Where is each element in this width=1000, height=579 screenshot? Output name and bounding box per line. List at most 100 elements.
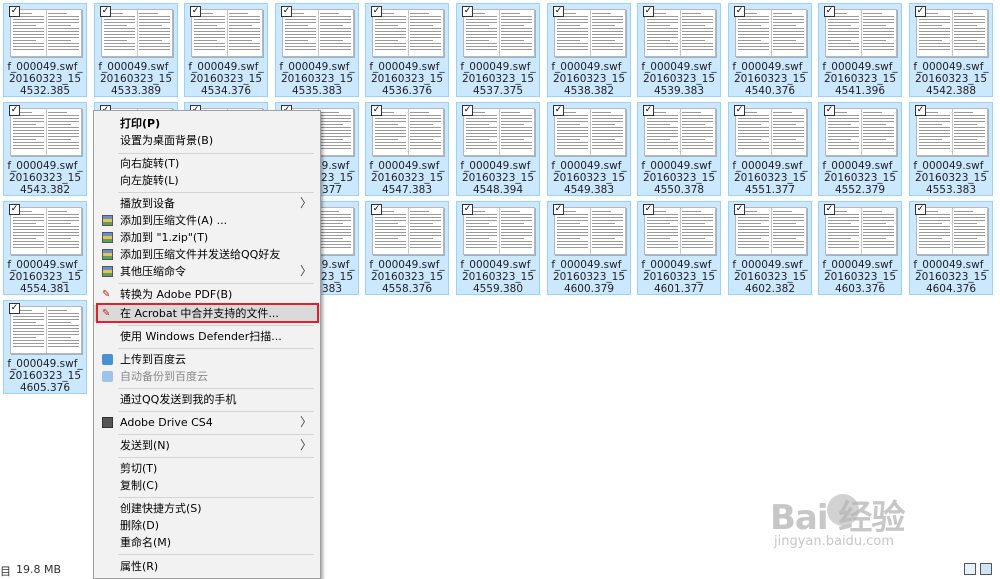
menu-item-cast-to-device[interactable]: 播放到设备 〉 bbox=[94, 195, 320, 212]
menu-item-create-shortcut[interactable]: 创建快捷方式(S) bbox=[94, 500, 320, 517]
file-name: f_000049.swf_20160323_154542.388 bbox=[913, 61, 989, 97]
file-name: f_000049.swf_20160323_154532.385 bbox=[7, 61, 83, 97]
file-tile[interactable]: ✓ f_000049.swf_20160323_154600.379 bbox=[547, 201, 631, 295]
checkbox-checked-icon[interactable]: ✓ bbox=[643, 105, 654, 116]
file-tile[interactable]: ✓ f_000049.swf_20160323_154548.394 bbox=[456, 102, 540, 196]
file-tile[interactable]: ✓ f_000049.swf_20160323_154601.377 bbox=[637, 201, 721, 295]
file-name: f_000049.swf_20160323_154534.376 bbox=[188, 61, 264, 97]
file-tile[interactable]: ✓ f_000049.swf_20160323_154605.376 bbox=[3, 300, 87, 394]
checkbox-checked-icon[interactable]: ✓ bbox=[371, 105, 382, 116]
checkbox-checked-icon[interactable]: ✓ bbox=[9, 6, 20, 17]
checkbox-checked-icon[interactable]: ✓ bbox=[462, 204, 473, 215]
menu-item-set-background[interactable]: 设置为桌面背景(B) bbox=[94, 132, 320, 149]
details-view-icon[interactable] bbox=[964, 563, 976, 575]
menu-item-copy[interactable]: 复制(C) bbox=[94, 477, 320, 494]
acrobat-icon: ✎ bbox=[102, 289, 111, 300]
file-tile[interactable]: ✓ f_000049.swf_20160323_154551.377 bbox=[728, 102, 812, 196]
checkbox-checked-icon[interactable]: ✓ bbox=[553, 105, 564, 116]
checkbox-checked-icon[interactable]: ✓ bbox=[734, 105, 745, 116]
menu-item-delete[interactable]: 删除(D) bbox=[94, 517, 320, 534]
file-tile[interactable]: ✓ f_000049.swf_20160323_154537.375 bbox=[456, 3, 540, 97]
file-tile[interactable]: ✓ f_000049.swf_20160323_154535.383 bbox=[275, 3, 359, 97]
menu-item-rotate-right[interactable]: 向右旋转(T) bbox=[94, 155, 320, 172]
file-tile[interactable]: ✓ f_000049.swf_20160323_154541.396 bbox=[818, 3, 902, 97]
book-thumbnail-icon bbox=[191, 9, 263, 57]
checkbox-checked-icon[interactable]: ✓ bbox=[553, 204, 564, 215]
file-tile[interactable]: ✓ f_000049.swf_20160323_154538.382 bbox=[547, 3, 631, 97]
menu-item-add-zip[interactable]: 添加到 "1.zip"(T) bbox=[94, 229, 320, 246]
menu-separator bbox=[118, 388, 314, 389]
checkbox-checked-icon[interactable]: ✓ bbox=[371, 6, 382, 17]
file-name: f_000049.swf_20160323_154602.382 bbox=[732, 259, 808, 295]
checkbox-checked-icon[interactable]: ✓ bbox=[734, 6, 745, 17]
menu-item-cut[interactable]: 剪切(T) bbox=[94, 460, 320, 477]
checkbox-checked-icon[interactable]: ✓ bbox=[190, 6, 201, 17]
menu-separator bbox=[118, 457, 314, 458]
winrar-icon bbox=[102, 215, 113, 226]
book-thumbnail-icon bbox=[10, 9, 82, 57]
file-tile[interactable]: ✓ f_000049.swf_20160323_154547.383 bbox=[365, 102, 449, 196]
file-name: f_000049.swf_20160323_154540.376 bbox=[732, 61, 808, 97]
checkbox-checked-icon[interactable]: ✓ bbox=[824, 204, 835, 215]
checkbox-checked-icon[interactable]: ✓ bbox=[462, 105, 473, 116]
checkbox-checked-icon[interactable]: ✓ bbox=[9, 204, 20, 215]
file-tile[interactable]: ✓ f_000049.swf_20160323_154554.381 bbox=[3, 201, 87, 295]
menu-item-print[interactable]: 打印(P) bbox=[94, 115, 320, 132]
menu-item-add-send-qq[interactable]: 添加到压缩文件并发送给QQ好友 bbox=[94, 246, 320, 263]
menu-separator bbox=[118, 325, 314, 326]
menu-item-auto-backup[interactable]: 自动备份到百度云 bbox=[94, 368, 320, 385]
menu-item-defender-scan[interactable]: 使用 Windows Defender扫描... bbox=[94, 328, 320, 345]
book-thumbnail-icon bbox=[463, 108, 535, 156]
menu-item-convert-pdf[interactable]: ✎ 转换为 Adobe PDF(B) bbox=[94, 286, 320, 303]
menu-item-other-compress[interactable]: 其他压缩命令 〉 bbox=[94, 263, 320, 280]
file-tile[interactable]: ✓ f_000049.swf_20160323_154534.376 bbox=[184, 3, 268, 97]
file-name: f_000049.swf_20160323_154541.396 bbox=[822, 61, 898, 97]
book-thumbnail-icon bbox=[554, 9, 626, 57]
menu-item-send-qq-phone[interactable]: 通过QQ发送到我的手机 bbox=[94, 391, 320, 408]
file-tile[interactable]: ✓ f_000049.swf_20160323_154543.382 bbox=[3, 102, 87, 196]
menu-item-add-archive[interactable]: 添加到压缩文件(A) ... bbox=[94, 212, 320, 229]
file-tile[interactable]: ✓ f_000049.swf_20160323_154603.376 bbox=[818, 201, 902, 295]
file-tile[interactable]: ✓ f_000049.swf_20160323_154553.383 bbox=[909, 102, 993, 196]
checkbox-checked-icon[interactable]: ✓ bbox=[915, 105, 926, 116]
file-tile[interactable]: ✓ f_000049.swf_20160323_154539.383 bbox=[637, 3, 721, 97]
file-tile[interactable]: ✓ f_000049.swf_20160323_154532.385 bbox=[3, 3, 87, 97]
menu-item-rename[interactable]: 重命名(M) bbox=[94, 534, 320, 551]
checkbox-checked-icon[interactable]: ✓ bbox=[553, 6, 564, 17]
checkbox-checked-icon[interactable]: ✓ bbox=[824, 6, 835, 17]
checkbox-checked-icon[interactable]: ✓ bbox=[9, 105, 20, 116]
menu-item-rotate-left[interactable]: 向左旋转(L) bbox=[94, 172, 320, 189]
file-tile[interactable]: ✓ f_000049.swf_20160323_154542.388 bbox=[909, 3, 993, 97]
large-icons-view-icon[interactable] bbox=[980, 563, 992, 575]
file-tile[interactable]: ✓ f_000049.swf_20160323_154540.376 bbox=[728, 3, 812, 97]
checkbox-checked-icon[interactable]: ✓ bbox=[100, 6, 111, 17]
checkbox-checked-icon[interactable]: ✓ bbox=[915, 6, 926, 17]
file-tile[interactable]: ✓ f_000049.swf_20160323_154604.376 bbox=[909, 201, 993, 295]
checkbox-checked-icon[interactable]: ✓ bbox=[643, 204, 654, 215]
menu-separator bbox=[118, 497, 314, 498]
file-tile[interactable]: ✓ f_000049.swf_20160323_154602.382 bbox=[728, 201, 812, 295]
menu-item-upload-baidu[interactable]: 上传到百度云 bbox=[94, 351, 320, 368]
checkbox-checked-icon[interactable]: ✓ bbox=[915, 204, 926, 215]
checkbox-checked-icon[interactable]: ✓ bbox=[824, 105, 835, 116]
file-tile[interactable]: ✓ f_000049.swf_20160323_154533.389 bbox=[94, 3, 178, 97]
checkbox-checked-icon[interactable]: ✓ bbox=[371, 204, 382, 215]
checkbox-checked-icon[interactable]: ✓ bbox=[643, 6, 654, 17]
file-tile[interactable]: ✓ f_000049.swf_20160323_154552.379 bbox=[818, 102, 902, 196]
checkbox-checked-icon[interactable]: ✓ bbox=[9, 303, 20, 314]
file-name: f_000049.swf_20160323_154536.376 bbox=[369, 61, 445, 97]
file-tile[interactable]: ✓ f_000049.swf_20160323_154549.383 bbox=[547, 102, 631, 196]
file-tile[interactable]: ✓ f_000049.swf_20160323_154559.380 bbox=[456, 201, 540, 295]
menu-item-properties[interactable]: 属性(R) bbox=[94, 558, 320, 575]
file-tile[interactable]: ✓ f_000049.swf_20160323_154558.376 bbox=[365, 201, 449, 295]
checkbox-checked-icon[interactable]: ✓ bbox=[281, 6, 292, 17]
file-tile[interactable]: ✓ f_000049.swf_20160323_154536.376 bbox=[365, 3, 449, 97]
file-tile[interactable]: ✓ f_000049.swf_20160323_154550.378 bbox=[637, 102, 721, 196]
menu-item-adobe-drive[interactable]: Adobe Drive CS4 〉 bbox=[94, 414, 320, 431]
status-size: 19.8 MB bbox=[16, 563, 62, 576]
menu-separator bbox=[118, 554, 314, 555]
menu-item-send-to[interactable]: 发送到(N) 〉 bbox=[94, 437, 320, 454]
checkbox-checked-icon[interactable]: ✓ bbox=[734, 204, 745, 215]
checkbox-checked-icon[interactable]: ✓ bbox=[462, 6, 473, 17]
file-name: f_000049.swf_20160323_154533.389 bbox=[98, 61, 174, 97]
